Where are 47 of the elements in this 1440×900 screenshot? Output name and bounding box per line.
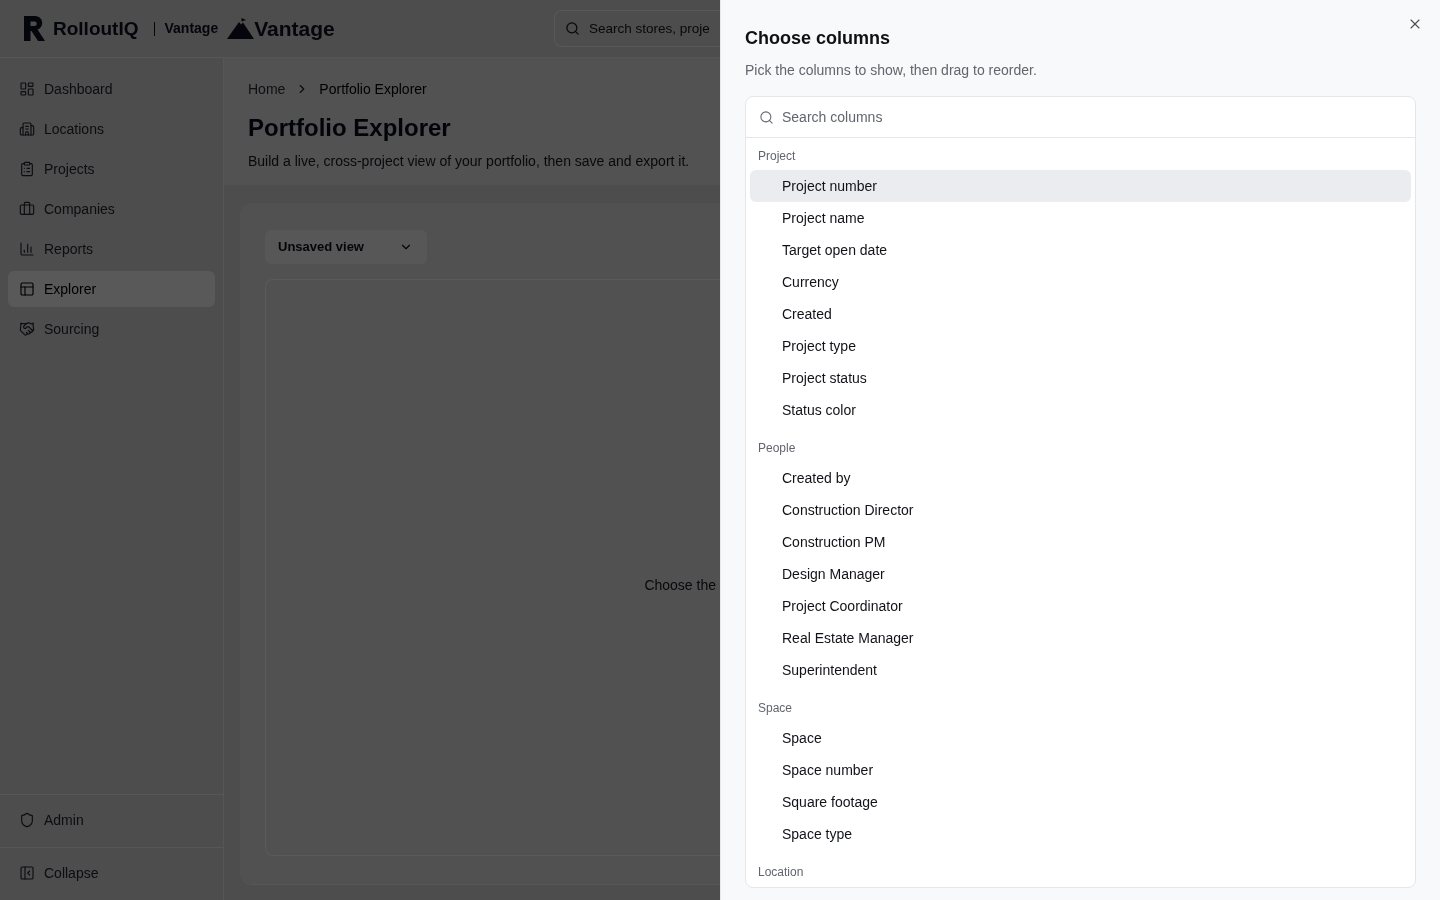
- group-heading: Project: [758, 148, 796, 165]
- column-option[interactable]: Status color: [750, 394, 1411, 426]
- sidebar-collapse-icon: [19, 865, 35, 881]
- column-option[interactable]: Project name: [750, 202, 1411, 234]
- breadcrumb-current: Portfolio Explorer: [319, 80, 427, 99]
- product-name: Vantage: [164, 19, 219, 38]
- column-option[interactable]: Project number: [750, 170, 1411, 202]
- column-option[interactable]: Construction PM: [750, 526, 1411, 558]
- column-option[interactable]: Project status: [750, 362, 1411, 394]
- column-option[interactable]: Space type: [750, 818, 1411, 850]
- table-layout-icon: [19, 281, 35, 297]
- column-option[interactable]: Superintendent: [750, 654, 1411, 686]
- product-logo-text: Vantage: [254, 18, 335, 39]
- bar-chart-icon: [19, 241, 35, 257]
- page-title: Portfolio Explorer: [248, 113, 451, 143]
- global-search-field[interactable]: Search stores, proje: [554, 10, 720, 47]
- panel-subtitle: Pick the columns to show, then drag to reorder.: [745, 61, 1037, 80]
- panel-title: Choose columns: [745, 27, 891, 50]
- search-icon: [759, 110, 774, 125]
- column-option[interactable]: Project Coordinator: [750, 590, 1411, 622]
- briefcase-icon: [19, 201, 35, 217]
- layout-grid-icon: [19, 81, 35, 97]
- brand-logo-icon: [24, 16, 45, 41]
- search-icon: [565, 21, 580, 36]
- building-icon: [19, 121, 35, 137]
- column-option[interactable]: Space: [750, 722, 1411, 754]
- column-search-field[interactable]: Search columns: [746, 97, 1415, 138]
- column-option[interactable]: Target open date: [750, 234, 1411, 266]
- column-option[interactable]: Project type: [750, 330, 1411, 362]
- page-description: Build a live, cross-project view of your portfolio, then save and export it.: [248, 152, 690, 171]
- mountain-logo-icon: [227, 18, 255, 39]
- shield-icon: [19, 812, 35, 828]
- brand-name: RolloutIQ: [53, 19, 139, 38]
- handshake-icon: [19, 321, 35, 337]
- column-option[interactable]: Created by: [750, 462, 1411, 494]
- group-heading: Location: [758, 864, 804, 881]
- group-heading: Space: [758, 700, 793, 717]
- column-option[interactable]: Square footage: [750, 786, 1411, 818]
- column-option[interactable]: Design Manager: [750, 558, 1411, 590]
- column-option[interactable]: Created: [750, 298, 1411, 330]
- empty-state-text: Choose the: [644, 576, 716, 595]
- column-option[interactable]: Construction Director: [750, 494, 1411, 526]
- column-option[interactable]: Real Estate Manager: [750, 622, 1411, 654]
- column-option[interactable]: Currency: [750, 266, 1411, 298]
- group-heading: People: [758, 440, 796, 457]
- column-option[interactable]: Space number: [750, 754, 1411, 786]
- clipboard-list-icon: [19, 161, 35, 177]
